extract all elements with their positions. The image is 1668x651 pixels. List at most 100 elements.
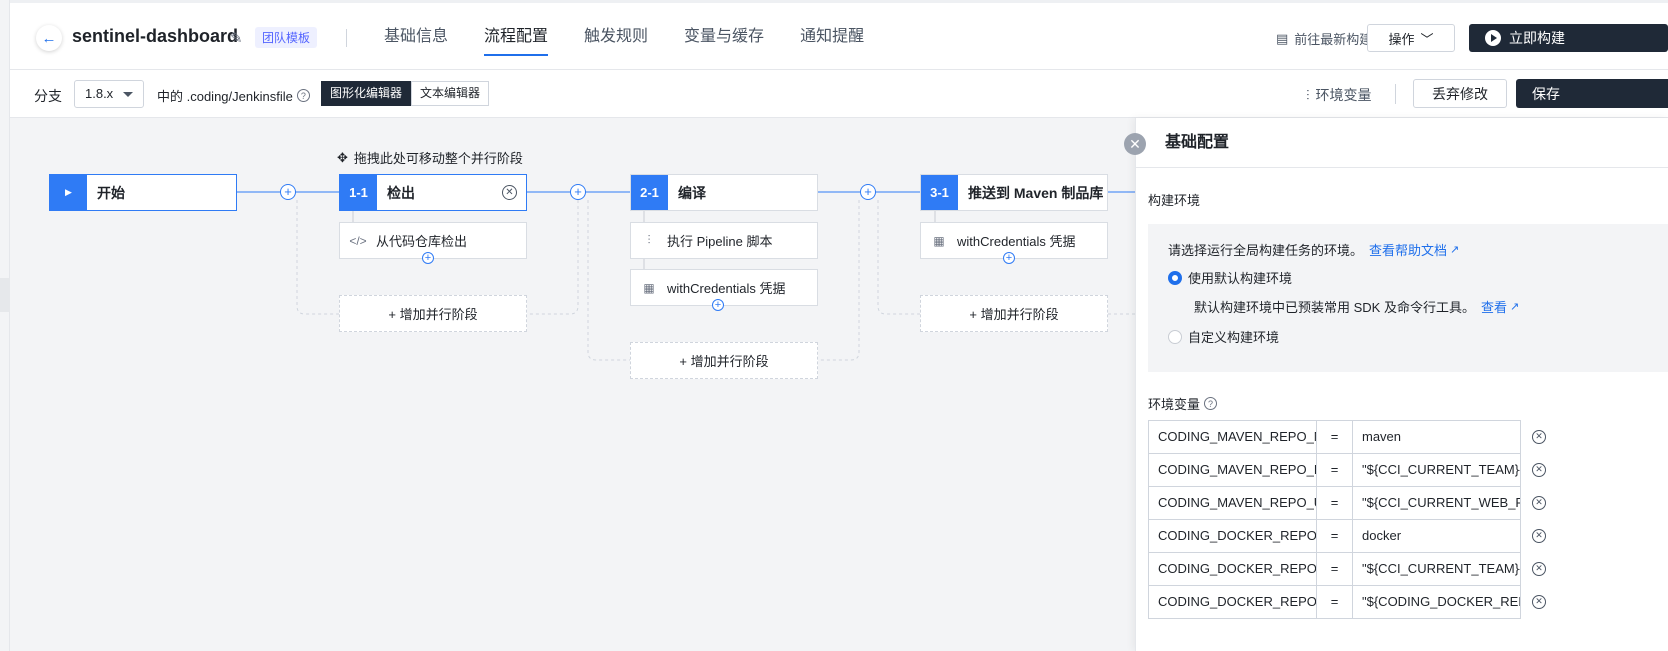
intro-text: 请选择运行全局构建任务的环境。 xyxy=(1168,243,1364,258)
help-icon[interactable]: ? xyxy=(1204,397,1218,410)
env-value-input[interactable]: "${CODING_DOCKER_REPO_HOST}/..." xyxy=(1352,585,1521,619)
add-step-button[interactable]: + xyxy=(712,299,724,311)
env-value-input[interactable]: docker xyxy=(1352,519,1521,553)
stage-number: 2-1 xyxy=(631,175,668,210)
close-icon: ✕ xyxy=(1129,135,1141,152)
panel-close-button[interactable]: ✕ xyxy=(1124,133,1146,155)
jenkinsfile-path: 中的 .coding/Jenkinsfile ? xyxy=(157,86,310,105)
env-value-input[interactable]: "${CCI_CURRENT_WEB_PROTOCOL}://..." xyxy=(1352,486,1521,520)
latest-build-link[interactable]: ▤ 前往最新构建 xyxy=(1276,29,1372,48)
tab-vars-cache[interactable]: 变量与缓存 xyxy=(684,3,764,70)
step-label: 从代码仓库检出 xyxy=(376,234,468,249)
env-key-input[interactable]: CODING_DOCKER_REPO_HOST xyxy=(1148,552,1317,586)
stage-label: 检出 xyxy=(387,184,415,201)
env-value-input[interactable]: "${CCI_CURRENT_TEAM}-${PROJECT_NAME}-mav… xyxy=(1352,453,1521,487)
chevron-down-icon: ﹀ xyxy=(1420,31,1434,47)
editor-mode-switch: 图形化编辑器 文本编辑器 xyxy=(321,81,490,106)
caret-down-icon xyxy=(123,92,133,97)
help-doc-label: 查看帮助文档 xyxy=(1369,243,1448,258)
divider xyxy=(346,29,347,47)
stage-2-1[interactable]: 2-1 编译 xyxy=(630,174,818,211)
env-var-row: CODING_DOCKER_REPO_URL = "${CODING_DOCKE… xyxy=(1148,585,1546,619)
env-var-row: CODING_MAVEN_REPO_NAME = maven ✕ xyxy=(1148,420,1546,454)
save-button[interactable]: 保存 xyxy=(1516,79,1668,108)
env-vars-title-label: 环境变量 xyxy=(1148,397,1201,412)
tab-notifications[interactable]: 通知提醒 xyxy=(800,3,864,70)
jenkinsfile-label: 中的 .coding/Jenkinsfile xyxy=(157,89,293,104)
sliders-icon: ⫶ xyxy=(1306,86,1310,103)
drag-parallel-hint[interactable]: ✥ 拖拽此处可移动整个并行阶段 xyxy=(337,148,523,167)
stage-3-1[interactable]: 3-1 推送到 Maven 制品库 xyxy=(920,174,1108,211)
tab-pipeline-config[interactable]: 流程配置 xyxy=(484,3,549,70)
remove-circle-icon[interactable]: ✕ xyxy=(1532,562,1546,576)
divider xyxy=(1395,84,1396,104)
operations-dropdown[interactable]: 操作 ﹀ xyxy=(1367,24,1455,52)
help-icon[interactable]: ? xyxy=(296,89,310,102)
play-icon xyxy=(1485,30,1501,46)
add-stage-button[interactable]: + xyxy=(860,184,876,200)
help-doc-link[interactable]: 查看帮助文档 ↗ xyxy=(1369,240,1459,259)
env-key-input[interactable]: CODING_MAVEN_REPO_NAME xyxy=(1148,420,1317,454)
step-checkout[interactable]: </> 从代码仓库检出 xyxy=(339,222,527,259)
env-key-input[interactable]: CODING_MAVEN_REPO_ID xyxy=(1148,453,1317,487)
top-header: ← sentinel-dashboard ✎ 团队模板 基础信息 流程配置 触发… xyxy=(10,0,1668,70)
build-now-label: 立即构建 xyxy=(1509,30,1565,46)
discard-button[interactable]: 丢弃修改 xyxy=(1413,79,1507,108)
env-var-row: CODING_MAVEN_REPO_URL = "${CCI_CURRENT_W… xyxy=(1148,486,1546,520)
env-key-input[interactable]: CODING_DOCKER_REPO_NAME xyxy=(1148,519,1317,553)
option-label: 使用默认构建环境 xyxy=(1188,271,1293,286)
step-with-credentials[interactable]: ▦ withCredentials 凭据 xyxy=(920,222,1108,259)
env-value-input[interactable]: "${CCI_CURRENT_TEAM}-docker.pkg..." xyxy=(1352,552,1521,586)
remove-circle-icon[interactable]: ✕ xyxy=(1532,529,1546,543)
add-step-button[interactable]: + xyxy=(1003,252,1015,264)
view-link[interactable]: 查看 ↗ xyxy=(1481,297,1519,316)
tab-trigger-rules[interactable]: 触发规则 xyxy=(584,3,648,70)
option-default-env[interactable]: 使用默认构建环境 xyxy=(1168,268,1292,287)
step-with-credentials[interactable]: ▦ withCredentials 凭据 xyxy=(630,269,818,306)
env-key-input[interactable]: CODING_DOCKER_REPO_URL xyxy=(1148,585,1317,619)
parallel-branch-line xyxy=(877,200,921,315)
step-label: withCredentials 凭据 xyxy=(957,234,1076,249)
grid-icon: ▦ xyxy=(643,280,655,295)
remove-circle-icon[interactable]: ✕ xyxy=(1532,496,1546,510)
close-icon[interactable]: ✕ xyxy=(502,185,517,200)
panel-title: 基础配置 xyxy=(1136,118,1668,168)
build-now-button[interactable]: 立即构建 xyxy=(1469,24,1668,52)
graph-editor-button[interactable]: 图形化编辑器 xyxy=(321,81,412,106)
remove-circle-icon[interactable]: ✕ xyxy=(1532,430,1546,444)
branch-value: 1.8.x xyxy=(85,86,114,101)
add-step-button[interactable]: + xyxy=(422,252,434,264)
env-value-input[interactable]: maven xyxy=(1352,420,1521,454)
parallel-branch-line xyxy=(587,200,631,361)
latest-build-label: 前往最新构建 xyxy=(1294,32,1373,47)
option-custom-env[interactable]: 自定义构建环境 xyxy=(1168,327,1279,346)
step-pipeline-script[interactable]: ⫶ 执行 Pipeline 脚本 xyxy=(630,222,818,259)
back-button[interactable]: ← xyxy=(36,25,62,51)
build-env-intro: 请选择运行全局构建任务的环境。 查看帮助文档 ↗ xyxy=(1168,240,1459,259)
add-parallel-stage-button[interactable]: + 增加并行阶段 xyxy=(920,295,1108,332)
edit-icon[interactable]: ✎ xyxy=(230,29,243,47)
text-editor-button[interactable]: 文本编辑器 xyxy=(411,81,490,106)
add-parallel-stage-button[interactable]: + 增加并行阶段 xyxy=(630,342,818,379)
branch-select[interactable]: 1.8.x xyxy=(74,80,144,108)
move-icon: ✥ xyxy=(337,149,348,165)
left-sidebar-edge xyxy=(0,0,10,651)
add-parallel-stage-button[interactable]: + 增加并行阶段 xyxy=(339,295,527,332)
branch-label: 分支 xyxy=(34,88,62,104)
env-key-input[interactable]: CODING_MAVEN_REPO_URL xyxy=(1148,486,1317,520)
stage-number: 3-1 xyxy=(921,175,958,210)
tab-basic-info[interactable]: 基础信息 xyxy=(384,3,448,70)
env-equals: = xyxy=(1317,585,1352,619)
remove-circle-icon[interactable]: ✕ xyxy=(1532,463,1546,477)
env-vars-label: 环境变量 xyxy=(1315,87,1372,103)
env-vars-button[interactable]: ⫶ 环境变量 xyxy=(1306,85,1372,105)
stage-1-1[interactable]: 1-1 检出 ✕ xyxy=(339,174,527,211)
radio-custom-env[interactable] xyxy=(1168,329,1182,344)
stage-start[interactable]: ▶ 开始 xyxy=(49,174,237,211)
parallel-branch-line xyxy=(296,200,340,315)
radio-default-env[interactable] xyxy=(1168,270,1182,285)
add-stage-button[interactable]: + xyxy=(280,184,296,200)
add-stage-button[interactable]: + xyxy=(570,184,586,200)
operations-label: 操作 xyxy=(1388,31,1415,47)
remove-circle-icon[interactable]: ✕ xyxy=(1532,595,1546,609)
